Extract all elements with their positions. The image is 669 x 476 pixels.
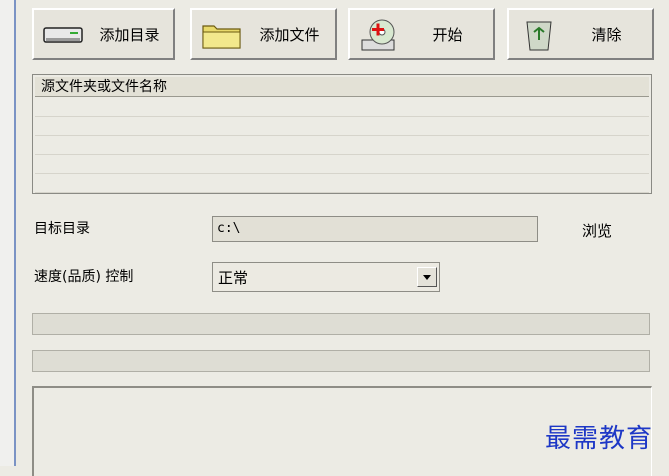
chevron-down-icon[interactable]	[417, 267, 437, 287]
progress-bar-1	[32, 313, 650, 335]
source-file-list[interactable]: 源文件夹或文件名称	[32, 74, 652, 194]
start-label: 开始	[432, 25, 463, 44]
clear-label: 清除	[591, 25, 622, 44]
start-button[interactable]: 开始	[348, 8, 495, 60]
target-dir-label: 目标目录	[34, 221, 90, 237]
speed-quality-select[interactable]: 正常	[212, 262, 440, 292]
speed-quality-value: 正常	[218, 269, 249, 287]
recycle-bin-icon	[517, 18, 561, 52]
add-folder-button[interactable]: 添加目录	[32, 8, 175, 60]
folder-icon	[200, 18, 244, 52]
drive-icon	[42, 18, 86, 52]
window-left-edge	[0, 0, 16, 466]
cd-add-icon	[358, 18, 402, 52]
watermark-text: 最需教育	[545, 424, 654, 454]
list-item[interactable]	[35, 174, 649, 193]
speed-quality-label: 速度(品质) 控制	[34, 269, 134, 285]
list-item[interactable]	[35, 136, 649, 155]
list-item[interactable]	[35, 155, 649, 174]
browse-button[interactable]: 浏览	[582, 220, 612, 241]
list-item[interactable]	[35, 117, 649, 136]
add-folder-label: 添加目录	[99, 25, 160, 44]
target-dir-input[interactable]: c:\	[212, 216, 538, 242]
clear-button[interactable]: 清除	[507, 8, 654, 60]
add-file-button[interactable]: 添加文件	[190, 8, 337, 60]
list-column-header[interactable]: 源文件夹或文件名称	[35, 77, 649, 97]
list-item[interactable]	[35, 98, 649, 117]
add-file-label: 添加文件	[259, 25, 320, 44]
progress-bar-2	[32, 350, 650, 372]
